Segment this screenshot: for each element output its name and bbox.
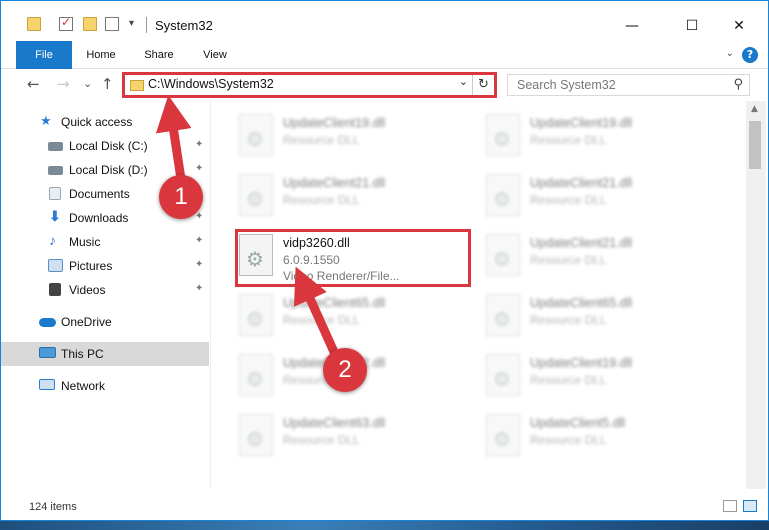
file-explorer-window: ▾ System32 — ☐ ✕ File Home Share View ⌄ … — [0, 0, 769, 521]
step-1-badge: 1 — [159, 175, 203, 219]
arrow-to-address-bar — [155, 95, 192, 184]
annotation-arrows — [155, 95, 344, 368]
desktop-background — [0, 521, 769, 530]
step-2-badge: 2 — [323, 348, 367, 392]
